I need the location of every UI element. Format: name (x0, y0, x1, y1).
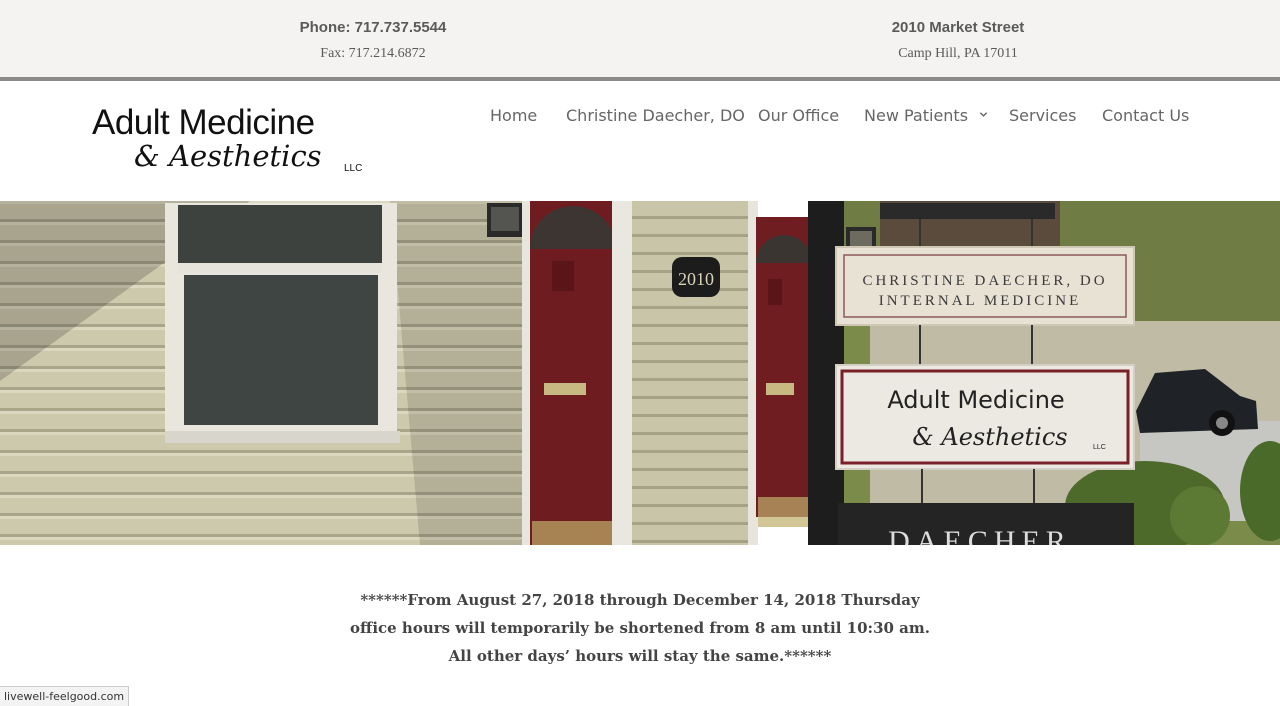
site-header: Adult Medicine & Aesthetics LLC Home Chr… (0, 81, 1280, 201)
nav-christine-daecher[interactable]: Christine Daecher, DO (566, 106, 745, 126)
main-navigation: Home Christine Daecher, DO Our Office Ne… (0, 106, 1280, 130)
contact-info-bar: Phone: 717.737.5544 Fax: 717.214.6872 20… (0, 0, 1280, 81)
hero-office-photo: 2010 CHRISTINE DAECHER, DO INTERNAL MEDI… (0, 201, 1280, 545)
notice-line-1: ******From August 27, 2018 through Decem… (360, 591, 920, 609)
sign-bottom-suffix: LLC (1093, 444, 1106, 451)
nav-new-patients-label: New Patients (864, 106, 969, 125)
sign-lower: DAECHER (888, 525, 1072, 545)
nav-contact-us[interactable]: Contact Us (1102, 106, 1189, 126)
house-number: 2010 (678, 269, 714, 289)
phone-number[interactable]: Phone: 717.737.5544 (223, 18, 523, 38)
nav-home[interactable]: Home (490, 106, 537, 126)
logo-subtitle: & Aesthetics (134, 139, 322, 173)
address-block: 2010 Market Street Camp Hill, PA 17011 (808, 18, 1108, 63)
street-address: 2010 Market Street (891, 19, 1025, 36)
notice-line-2: office hours will temporarily be shorten… (350, 619, 930, 637)
office-hours-notice: ******From August 27, 2018 through Decem… (290, 586, 990, 670)
nav-new-patients[interactable]: New Patients (864, 106, 988, 126)
browser-status-url: livewell-feelgood.com (0, 686, 130, 706)
sign-top-line2: INTERNAL MEDICINE (879, 293, 1082, 309)
notice-line-3: All other days’ hours will stay the same… (448, 647, 832, 665)
chevron-down-icon (979, 112, 988, 117)
nav-our-office[interactable]: Our Office (758, 106, 839, 126)
fax-number: Fax: 717.214.6872 (320, 46, 426, 61)
city-state-zip: Camp Hill, PA 17011 (898, 46, 1018, 61)
logo-suffix: LLC (344, 163, 363, 174)
phone-fax-block: Phone: 717.737.5544 Fax: 717.214.6872 (223, 18, 523, 63)
sign-top-line1: CHRISTINE DAECHER, DO (862, 273, 1107, 289)
nav-services[interactable]: Services (1009, 106, 1076, 126)
sign-bottom-line2: & Aesthetics (912, 423, 1067, 451)
sign-bottom-line1: Adult Medicine (887, 386, 1064, 414)
